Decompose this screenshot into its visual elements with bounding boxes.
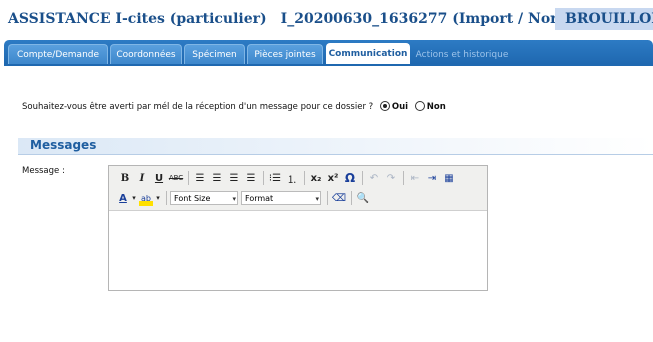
align-center-icon[interactable]: ☰ <box>209 170 225 186</box>
chevron-down-icon: ▾ <box>232 195 236 203</box>
align-left-icon[interactable]: ☰ <box>192 170 208 186</box>
tab-underline <box>4 64 653 66</box>
title-bar: ASSISTANCE I-cites (particulier) I_202006… <box>0 0 653 36</box>
toolbar-row-1: B I U ABC ☰ ☰ ☰ ☰ ⁝☰ ⒈ x₂ x² Ω ↶ ↷ ⇤ ⇥ ▦ <box>117 169 458 187</box>
message-label: Message : <box>22 166 65 176</box>
radio-non[interactable] <box>414 101 425 111</box>
redo-icon[interactable]: ↷ <box>383 170 399 186</box>
tab-specimen[interactable]: Spécimen <box>184 44 245 64</box>
text-color-dropdown-icon[interactable]: ▾ <box>130 190 138 206</box>
italic-icon[interactable]: I <box>134 170 150 186</box>
preview-icon[interactable]: 🔍 <box>355 190 371 206</box>
underline-icon[interactable]: U <box>151 170 167 186</box>
editor-toolbar: B I U ABC ☰ ☰ ☰ ☰ ⁝☰ ⒈ x₂ x² Ω ↶ ↷ ⇤ ⇥ ▦… <box>109 166 487 211</box>
align-right-icon[interactable]: ☰ <box>226 170 242 186</box>
align-justify-icon[interactable]: ☰ <box>243 170 259 186</box>
undo-icon[interactable]: ↶ <box>366 170 382 186</box>
rich-text-editor: B I U ABC ☰ ☰ ☰ ☰ ⁝☰ ⒈ x₂ x² Ω ↶ ↷ ⇤ ⇥ ▦… <box>108 165 488 291</box>
status-badge: BROUILLON <box>555 8 653 30</box>
highlight-dropdown-icon[interactable]: ▾ <box>154 190 162 206</box>
dossier-id: I_20200630_1636277 (Import / Normal ) <box>280 11 599 27</box>
tab-pieces-jointes[interactable]: Pièces jointes <box>247 44 323 64</box>
text-color-icon[interactable]: A <box>117 190 129 206</box>
tab-actions-historique: Actions et historique <box>415 50 509 60</box>
radio-non-label[interactable]: Non <box>427 102 446 112</box>
superscript-icon[interactable]: x² <box>325 170 341 186</box>
notification-question: Souhaitez-vous être averti par mél de la… <box>22 101 446 112</box>
bullet-list-icon[interactable]: ⁝☰ <box>267 170 283 186</box>
tab-communication[interactable]: Communication <box>326 43 410 65</box>
message-textarea[interactable] <box>109 211 487 290</box>
tab-coordonnees[interactable]: Coordonnées <box>110 44 182 64</box>
font-size-select-label: Font Size <box>174 194 211 203</box>
tab-compte-demande[interactable]: Compte/Demande <box>8 44 108 64</box>
radio-oui-label[interactable]: Oui <box>392 102 408 112</box>
chevron-down-icon: ▾ <box>315 195 319 203</box>
highlight-color-icon[interactable]: ab <box>139 190 153 206</box>
messages-section-title: Messages <box>30 138 97 152</box>
bold-icon[interactable]: B <box>117 170 133 186</box>
indent-icon[interactable]: ⇥ <box>424 170 440 186</box>
subscript-icon[interactable]: x₂ <box>308 170 324 186</box>
table-icon[interactable]: ▦ <box>441 170 457 186</box>
page-title: ASSISTANCE I-cites (particulier) I_202006… <box>8 11 598 27</box>
toolbar-row-2: A ▾ ab ▾ Font Size ▾ Format ▾ ⌫ 🔍 <box>117 189 372 207</box>
messages-section-header: Messages <box>18 138 653 155</box>
tab-bar: Compte/Demande Coordonnées Spécimen Pièc… <box>4 40 653 65</box>
format-select[interactable]: Format ▾ <box>241 191 321 205</box>
special-char-icon[interactable]: Ω <box>342 170 358 186</box>
format-select-label: Format <box>245 194 274 203</box>
page-title-main: ASSISTANCE I-cites (particulier) <box>8 11 267 27</box>
numbered-list-icon[interactable]: ⒈ <box>284 170 300 186</box>
eraser-icon[interactable]: ⌫ <box>331 190 347 206</box>
strikethrough-icon[interactable]: ABC <box>168 170 184 186</box>
font-size-select[interactable]: Font Size ▾ <box>170 191 238 205</box>
radio-oui[interactable] <box>379 101 390 111</box>
notification-question-text: Souhaitez-vous être averti par mél de la… <box>22 102 374 112</box>
outdent-icon[interactable]: ⇤ <box>407 170 423 186</box>
